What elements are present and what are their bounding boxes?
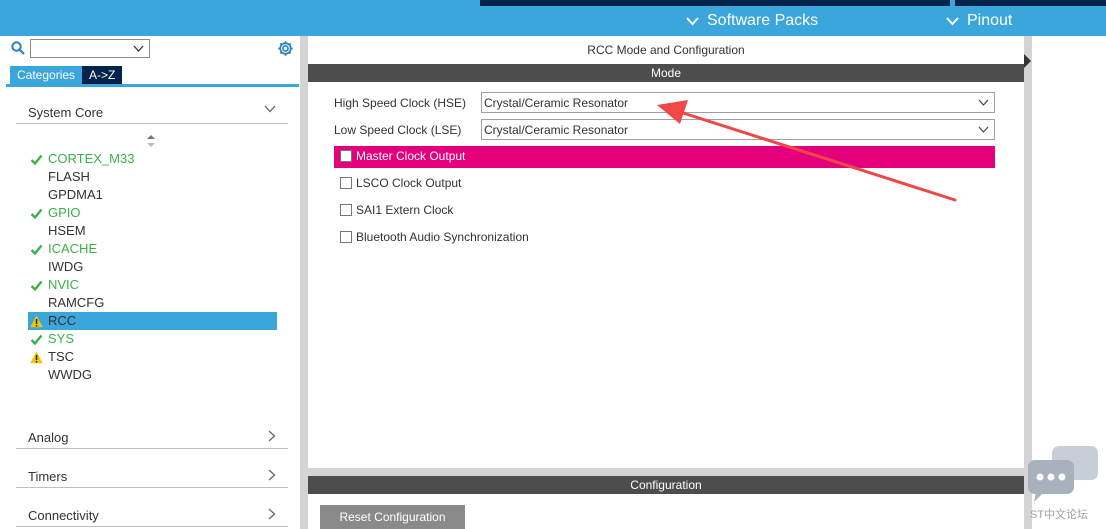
sidebar-item-label: GPDMA1 bbox=[48, 187, 103, 202]
search-combobox[interactable] bbox=[30, 39, 150, 58]
sidebar-item-iwdg[interactable]: IWDG bbox=[28, 258, 277, 276]
sidebar-item-label: NVIC bbox=[48, 277, 80, 292]
check-icon bbox=[30, 244, 43, 256]
tab-a-to-z[interactable]: A->Z bbox=[82, 66, 123, 84]
page-title: RCC Mode and Configuration bbox=[587, 43, 745, 57]
sidebar-item-nvic[interactable]: NVIC bbox=[28, 276, 277, 294]
panel-splitter[interactable] bbox=[300, 36, 308, 529]
sidebar-item-flash[interactable]: FLASH bbox=[28, 168, 277, 186]
sidebar-item-icache[interactable]: ICACHE bbox=[28, 240, 277, 258]
category-label: Analog bbox=[28, 430, 69, 445]
category-label: Timers bbox=[28, 469, 68, 484]
sidebar-item-wwdg[interactable]: WWDG bbox=[28, 366, 277, 384]
tab-categories[interactable]: Categories bbox=[10, 66, 83, 84]
chevron-down-icon bbox=[946, 16, 959, 25]
watermark-text: ST中文论坛 bbox=[1030, 509, 1089, 521]
top-navigation-bar: Software Packs Pinout bbox=[0, 0, 1106, 36]
sidebar-item-label: ICACHE bbox=[48, 241, 98, 256]
category-analog[interactable]: Analog bbox=[16, 424, 288, 449]
collapse-arrow-icon[interactable] bbox=[1024, 54, 1032, 68]
check-icon bbox=[30, 280, 43, 292]
chevron-down-icon bbox=[978, 99, 989, 106]
mode-section-header: Mode bbox=[308, 64, 1024, 82]
sidebar-item-label: TSC bbox=[48, 349, 74, 364]
chevron-right-icon bbox=[268, 430, 276, 442]
sidebar-item-label: IWDG bbox=[48, 259, 84, 274]
configuration-section-header: Configuration bbox=[308, 476, 1024, 494]
categories-panel: Categories A->Z System Core CORTEX_M33 FL… bbox=[0, 36, 300, 529]
chevron-right-icon bbox=[268, 469, 276, 481]
section-splitter[interactable] bbox=[308, 468, 1024, 476]
hse-value: Crystal/Ceramic Resonator bbox=[484, 96, 629, 110]
checkbox-label: Bluetooth Audio Synchronization bbox=[356, 230, 529, 244]
sidebar-item-label: HSEM bbox=[48, 223, 86, 238]
check-icon bbox=[30, 334, 43, 346]
pinout-menu[interactable]: Pinout bbox=[946, 12, 1012, 30]
check-icon bbox=[30, 154, 43, 166]
sidebar-item-gpio[interactable]: GPIO bbox=[28, 204, 277, 222]
chevron-right-icon bbox=[268, 508, 276, 520]
software-packs-label: Software Packs bbox=[707, 12, 819, 29]
sidebar-item-hsem[interactable]: HSEM bbox=[28, 222, 277, 240]
sort-icon[interactable] bbox=[147, 135, 155, 147]
hse-label: High Speed Clock (HSE) bbox=[334, 96, 467, 110]
sidebar-item-tsc[interactable]: TSC bbox=[28, 348, 277, 366]
rcc-mode-configuration-panel: RCC Mode and Configuration Mode High Spe… bbox=[308, 36, 1024, 529]
category-timers[interactable]: Timers bbox=[16, 463, 288, 488]
lse-select[interactable]: Crystal/Ceramic Resonator bbox=[481, 119, 995, 140]
sidebar-item-sys[interactable]: SYS bbox=[28, 330, 277, 348]
category-label: System Core bbox=[28, 105, 104, 120]
checkbox-label: LSCO Clock Output bbox=[356, 176, 462, 190]
warning-icon bbox=[30, 351, 43, 364]
category-label: Connectivity bbox=[28, 508, 99, 523]
sidebar-item-label: RCC bbox=[48, 313, 77, 328]
software-packs-menu[interactable]: Software Packs bbox=[686, 12, 818, 30]
gear-icon[interactable] bbox=[277, 40, 294, 57]
checkbox-box[interactable] bbox=[340, 177, 352, 189]
pinout-label: Pinout bbox=[967, 12, 1013, 29]
chevron-down-icon bbox=[978, 126, 989, 133]
category-tabs: Categories A->Z bbox=[10, 66, 123, 84]
sidebar-item-label: FLASH bbox=[48, 169, 90, 184]
warning-icon bbox=[30, 315, 43, 328]
checkbox-label: Master Clock Output bbox=[356, 149, 466, 163]
sidebar-item-ramcfg[interactable]: RAMCFG bbox=[28, 294, 277, 312]
master-clock-output-checkbox[interactable]: Master Clock Output bbox=[334, 146, 995, 168]
sidebar-item-label: CORTEX_M33 bbox=[48, 151, 135, 166]
chevron-down-icon bbox=[264, 105, 276, 113]
chevron-down-icon bbox=[686, 16, 699, 25]
checkbox-label: SAI1 Extern Clock bbox=[356, 203, 454, 217]
top-tab-strip-right bbox=[955, 0, 1106, 6]
lse-value: Crystal/Ceramic Resonator bbox=[484, 123, 629, 137]
forum-watermark: ST中文论坛 bbox=[1026, 444, 1106, 529]
check-icon bbox=[30, 208, 43, 220]
sidebar-item-cortex_m33[interactable]: CORTEX_M33 bbox=[28, 150, 277, 168]
checkbox-box[interactable] bbox=[340, 150, 352, 162]
hse-select[interactable]: Crystal/Ceramic Resonator bbox=[481, 92, 995, 113]
category-system-core[interactable]: System Core bbox=[16, 99, 288, 124]
checkbox-box[interactable] bbox=[340, 204, 352, 216]
sidebar-item-label: WWDG bbox=[48, 367, 93, 382]
lse-label: Low Speed Clock (LSE) bbox=[334, 123, 462, 137]
tab-underline bbox=[6, 84, 299, 87]
sidebar-item-label: GPIO bbox=[48, 205, 81, 220]
sidebar-item-rcc[interactable]: RCC bbox=[28, 312, 277, 330]
reset-configuration-button[interactable]: Reset Configuration bbox=[320, 505, 465, 529]
sidebar-item-label: RAMCFG bbox=[48, 295, 105, 310]
checkbox-box[interactable] bbox=[340, 231, 352, 243]
sidebar-item-gpdma1[interactable]: GPDMA1 bbox=[28, 186, 277, 204]
chat-bubble-icon bbox=[1028, 446, 1098, 502]
top-tab-strip bbox=[480, 0, 950, 6]
search-icon[interactable] bbox=[11, 41, 25, 55]
category-connectivity[interactable]: Connectivity bbox=[16, 502, 288, 527]
chevron-down-icon bbox=[133, 45, 144, 52]
sidebar-item-label: SYS bbox=[48, 331, 75, 346]
